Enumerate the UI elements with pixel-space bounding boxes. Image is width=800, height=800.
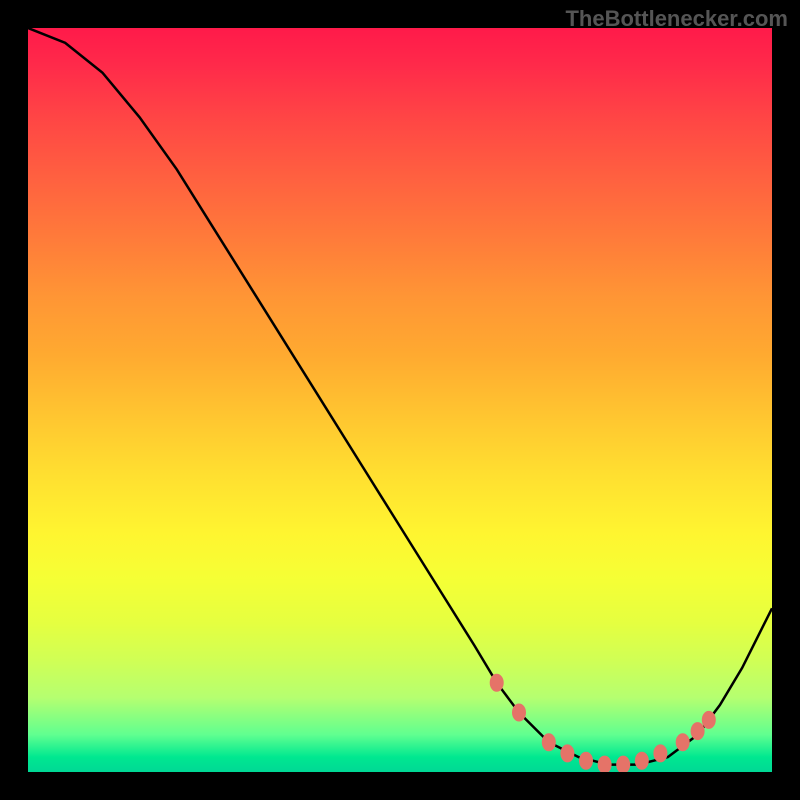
curve-marker <box>512 704 526 722</box>
curve-marker <box>702 711 716 729</box>
curve-marker <box>635 752 649 770</box>
curve-marker <box>490 674 504 692</box>
watermark-text: TheBottlenecker.com <box>565 6 788 32</box>
curve-marker <box>560 744 574 762</box>
gradient-background <box>28 28 772 772</box>
curve-marker <box>598 756 612 772</box>
curve-marker <box>676 733 690 751</box>
curve-marker <box>542 733 556 751</box>
optimal-zone-markers <box>490 674 716 772</box>
bottleneck-curve-line <box>28 28 772 765</box>
curve-marker <box>579 752 593 770</box>
chart-area <box>28 28 772 772</box>
curve-marker <box>616 756 630 772</box>
curve-marker <box>691 722 705 740</box>
curve-marker <box>653 744 667 762</box>
chart-svg <box>28 28 772 772</box>
